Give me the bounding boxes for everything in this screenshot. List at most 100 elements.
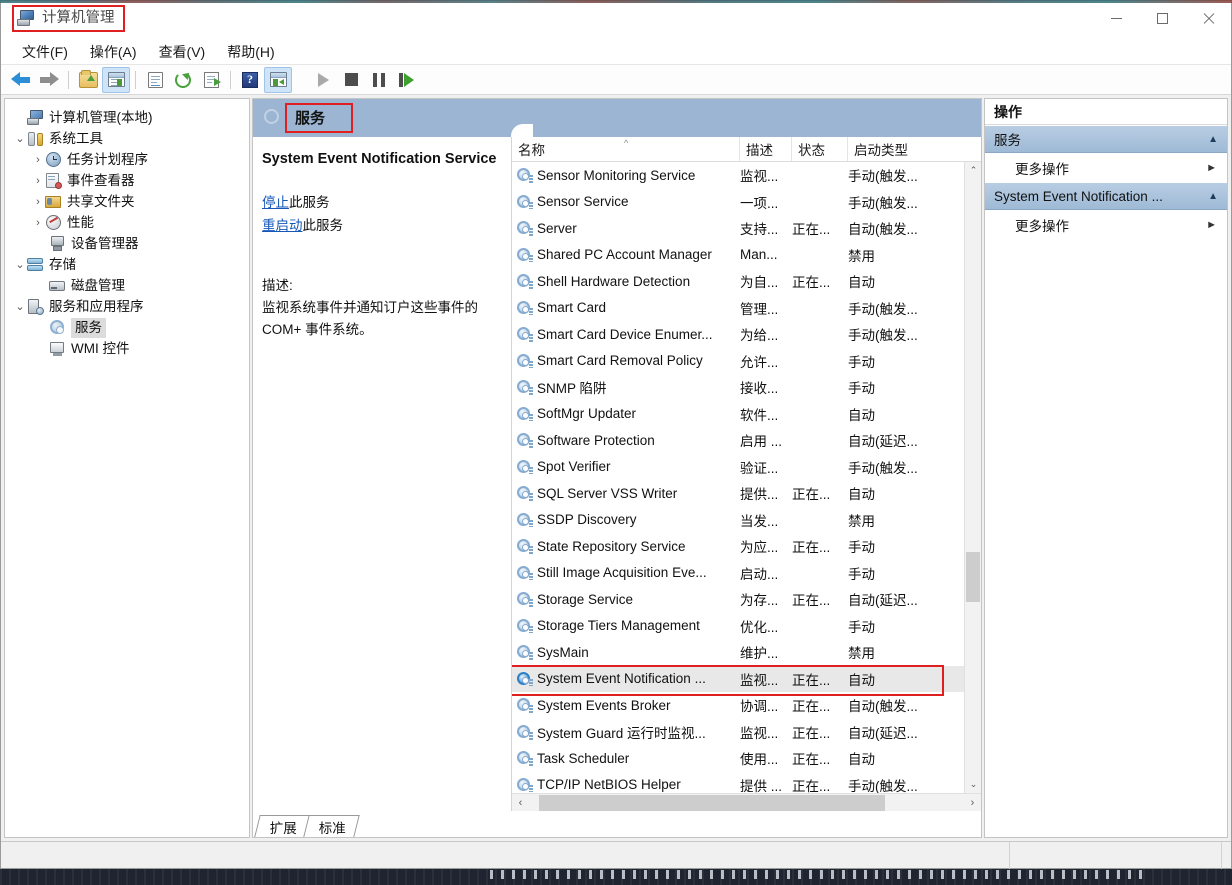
menu-help[interactable]: 帮助(H) (216, 40, 285, 64)
start-service-button[interactable] (309, 67, 337, 93)
service-startup: 禁用 (848, 513, 875, 529)
table-row[interactable]: Sensor Monitoring Service 监视... 手动(触发... (512, 162, 981, 189)
menu-file[interactable]: 文件(F) (11, 40, 79, 64)
action-group-services[interactable]: 服务 ▲ (985, 125, 1227, 153)
collapse-caret-icon[interactable]: ▲ (1208, 134, 1218, 145)
service-startup: 自动 (848, 407, 875, 423)
refresh-button[interactable] (169, 67, 197, 93)
forward-button[interactable] (35, 67, 63, 93)
tree-node-event-viewer[interactable]: › 事件查看器 (5, 170, 249, 191)
scroll-up-arrow-icon[interactable]: ⌃ (965, 162, 981, 179)
services-list-header: 名称 ^ 描述 状态 启动类型 (512, 137, 981, 162)
column-header-startup-type[interactable]: 启动类型 (848, 137, 944, 161)
description-label: 描述: (262, 278, 293, 293)
vertical-scrollbar[interactable]: ⌃ ⌄ (964, 162, 981, 793)
table-row[interactable]: Smart Card 管理... 手动(触发... (512, 295, 981, 322)
tab-extended[interactable]: 扩展 (254, 815, 311, 837)
computer-management-window: 计算机管理 文件(F) 操作(A) 查看(V) 帮助(H) ? 计算机管理(本地… (0, 0, 1232, 869)
pause-service-button[interactable] (365, 67, 393, 93)
table-row[interactable]: Software Protection 启用 ... 自动(延迟... (512, 427, 981, 454)
table-row[interactable]: Task Scheduler 使用... 正在... 自动 (512, 745, 981, 772)
restart-service-link[interactable]: 重启动 (262, 218, 303, 233)
restart-service-button[interactable] (393, 67, 421, 93)
tree-chevron[interactable]: ⌄ (13, 258, 27, 272)
tree-node-device-manager[interactable]: 设备管理器 (5, 233, 249, 254)
stop-service-button[interactable] (337, 67, 365, 93)
horizontal-scrollbar-thumb[interactable] (539, 795, 885, 811)
table-row[interactable]: Smart Card Device Enumer... 为给... 手动(触发.… (512, 321, 981, 348)
column-header-status[interactable]: 状态 (792, 137, 848, 161)
maximize-button[interactable] (1139, 1, 1185, 35)
vertical-scrollbar-thumb[interactable] (966, 552, 980, 602)
action-group-selected-service[interactable]: System Event Notification ... ▲ (985, 182, 1227, 210)
tree-node-services[interactable]: 服务 (5, 317, 249, 338)
tree-chevron[interactable]: › (31, 153, 45, 167)
show-hide-console-tree-button[interactable] (102, 66, 130, 93)
tree-node-disk-management[interactable]: 磁盘管理 (5, 275, 249, 296)
scroll-right-arrow-icon[interactable]: › (964, 794, 981, 811)
tree-node-performance[interactable]: › 性能 (5, 212, 249, 233)
column-header-name[interactable]: 名称 ^ (512, 137, 740, 161)
tree-chevron[interactable]: ⌄ (13, 132, 27, 146)
tree-node-computer-management[interactable]: 计算机管理(本地) (5, 107, 249, 128)
table-row[interactable]: Storage Service 为存... 正在... 自动(延迟... (512, 586, 981, 613)
table-row[interactable]: System Events Broker 协调... 正在... 自动(触发..… (512, 692, 981, 719)
table-row[interactable]: Server 支持... 正在... 自动(触发... (512, 215, 981, 242)
action-pane-icon (269, 72, 287, 87)
tree-node-system-tools[interactable]: ⌄ 系统工具 (5, 128, 249, 149)
properties-button[interactable] (141, 67, 169, 93)
scroll-left-arrow-icon[interactable]: ‹ (512, 794, 529, 811)
horizontal-scrollbar[interactable]: ‹ › (512, 793, 981, 811)
minimize-button[interactable] (1093, 1, 1139, 35)
toolbar: ? (1, 65, 1231, 95)
toolbar-separator-2 (135, 70, 136, 89)
show-hide-action-pane-button[interactable] (264, 66, 292, 93)
scroll-down-arrow-icon[interactable]: ⌄ (965, 776, 981, 793)
table-row[interactable]: Still Image Acquisition Eve... 启动... 手动 (512, 560, 981, 587)
table-row[interactable]: System Guard 运行时监视... 监视... 正在... 自动(延迟.… (512, 719, 981, 746)
action-more-actions-services[interactable]: 更多操作 ► (985, 153, 1227, 182)
toolbar-separator-3 (230, 70, 231, 89)
tree-chevron[interactable]: › (31, 216, 45, 230)
service-description: 允许... (740, 354, 779, 370)
table-row[interactable]: Smart Card Removal Policy 允许... 手动 (512, 348, 981, 375)
export-list-button[interactable] (197, 67, 225, 93)
tree-node-wmi-control[interactable]: WMI 控件 (5, 338, 249, 359)
menu-action[interactable]: 操作(A) (79, 40, 148, 64)
tree-chevron[interactable]: › (31, 195, 45, 209)
menu-view[interactable]: 查看(V) (148, 40, 217, 64)
service-description: 使用... (740, 752, 779, 768)
tree-chevron[interactable]: ⌄ (13, 300, 27, 314)
table-row[interactable]: TCP/IP NetBIOS Helper 提供 ... 正在... 手动(触发… (512, 772, 981, 793)
table-row[interactable]: SysMain 维护... 禁用 (512, 639, 981, 666)
table-row[interactable]: SNMP 陷阱 接收... 手动 (512, 374, 981, 401)
table-row[interactable]: SQL Server VSS Writer 提供... 正在... 自动 (512, 480, 981, 507)
disk-management-icon (49, 278, 66, 294)
tree-node-storage[interactable]: ⌄ 存储 (5, 254, 249, 275)
table-row[interactable]: Storage Tiers Management 优化... 手动 (512, 613, 981, 640)
column-header-description[interactable]: 描述 (740, 137, 792, 161)
collapse-caret-icon[interactable]: ▲ (1208, 191, 1218, 202)
table-row[interactable]: SoftMgr Updater 软件... 自动 (512, 401, 981, 428)
back-button[interactable] (7, 67, 35, 93)
up-one-level-button[interactable] (74, 67, 102, 93)
table-row[interactable]: Shell Hardware Detection 为自... 正在... 自动 (512, 268, 981, 295)
table-row[interactable]: State Repository Service 为应... 正在... 手动 (512, 533, 981, 560)
service-gear-icon (517, 618, 533, 634)
table-row[interactable]: Sensor Service 一项... 手动(触发... (512, 189, 981, 216)
close-button[interactable] (1185, 1, 1231, 35)
table-row-selected[interactable]: System Event Notification ... 监视... 正在..… (512, 664, 981, 695)
table-row[interactable]: SSDP Discovery 当发... 禁用 (512, 507, 981, 534)
table-row[interactable]: Shared PC Account Manager Man... 禁用 (512, 242, 981, 269)
tree-node-shared-folders[interactable]: › 共享文件夹 (5, 191, 249, 212)
tree-node-services-and-applications[interactable]: ⌄ 服务和应用程序 (5, 296, 249, 317)
help-button[interactable]: ? (236, 67, 264, 93)
stop-service-link[interactable]: 停止 (262, 195, 289, 210)
tab-standard[interactable]: 标准 (303, 815, 360, 837)
taskbar[interactable] (0, 869, 1232, 885)
action-more-actions-selected[interactable]: 更多操作 ► (985, 210, 1227, 239)
services-banner: 服务 (253, 99, 981, 137)
tree-node-task-scheduler[interactable]: › 任务计划程序 (5, 149, 249, 170)
tree-chevron[interactable]: › (31, 174, 45, 188)
table-row[interactable]: Spot Verifier 验证... 手动(触发... (512, 454, 981, 481)
